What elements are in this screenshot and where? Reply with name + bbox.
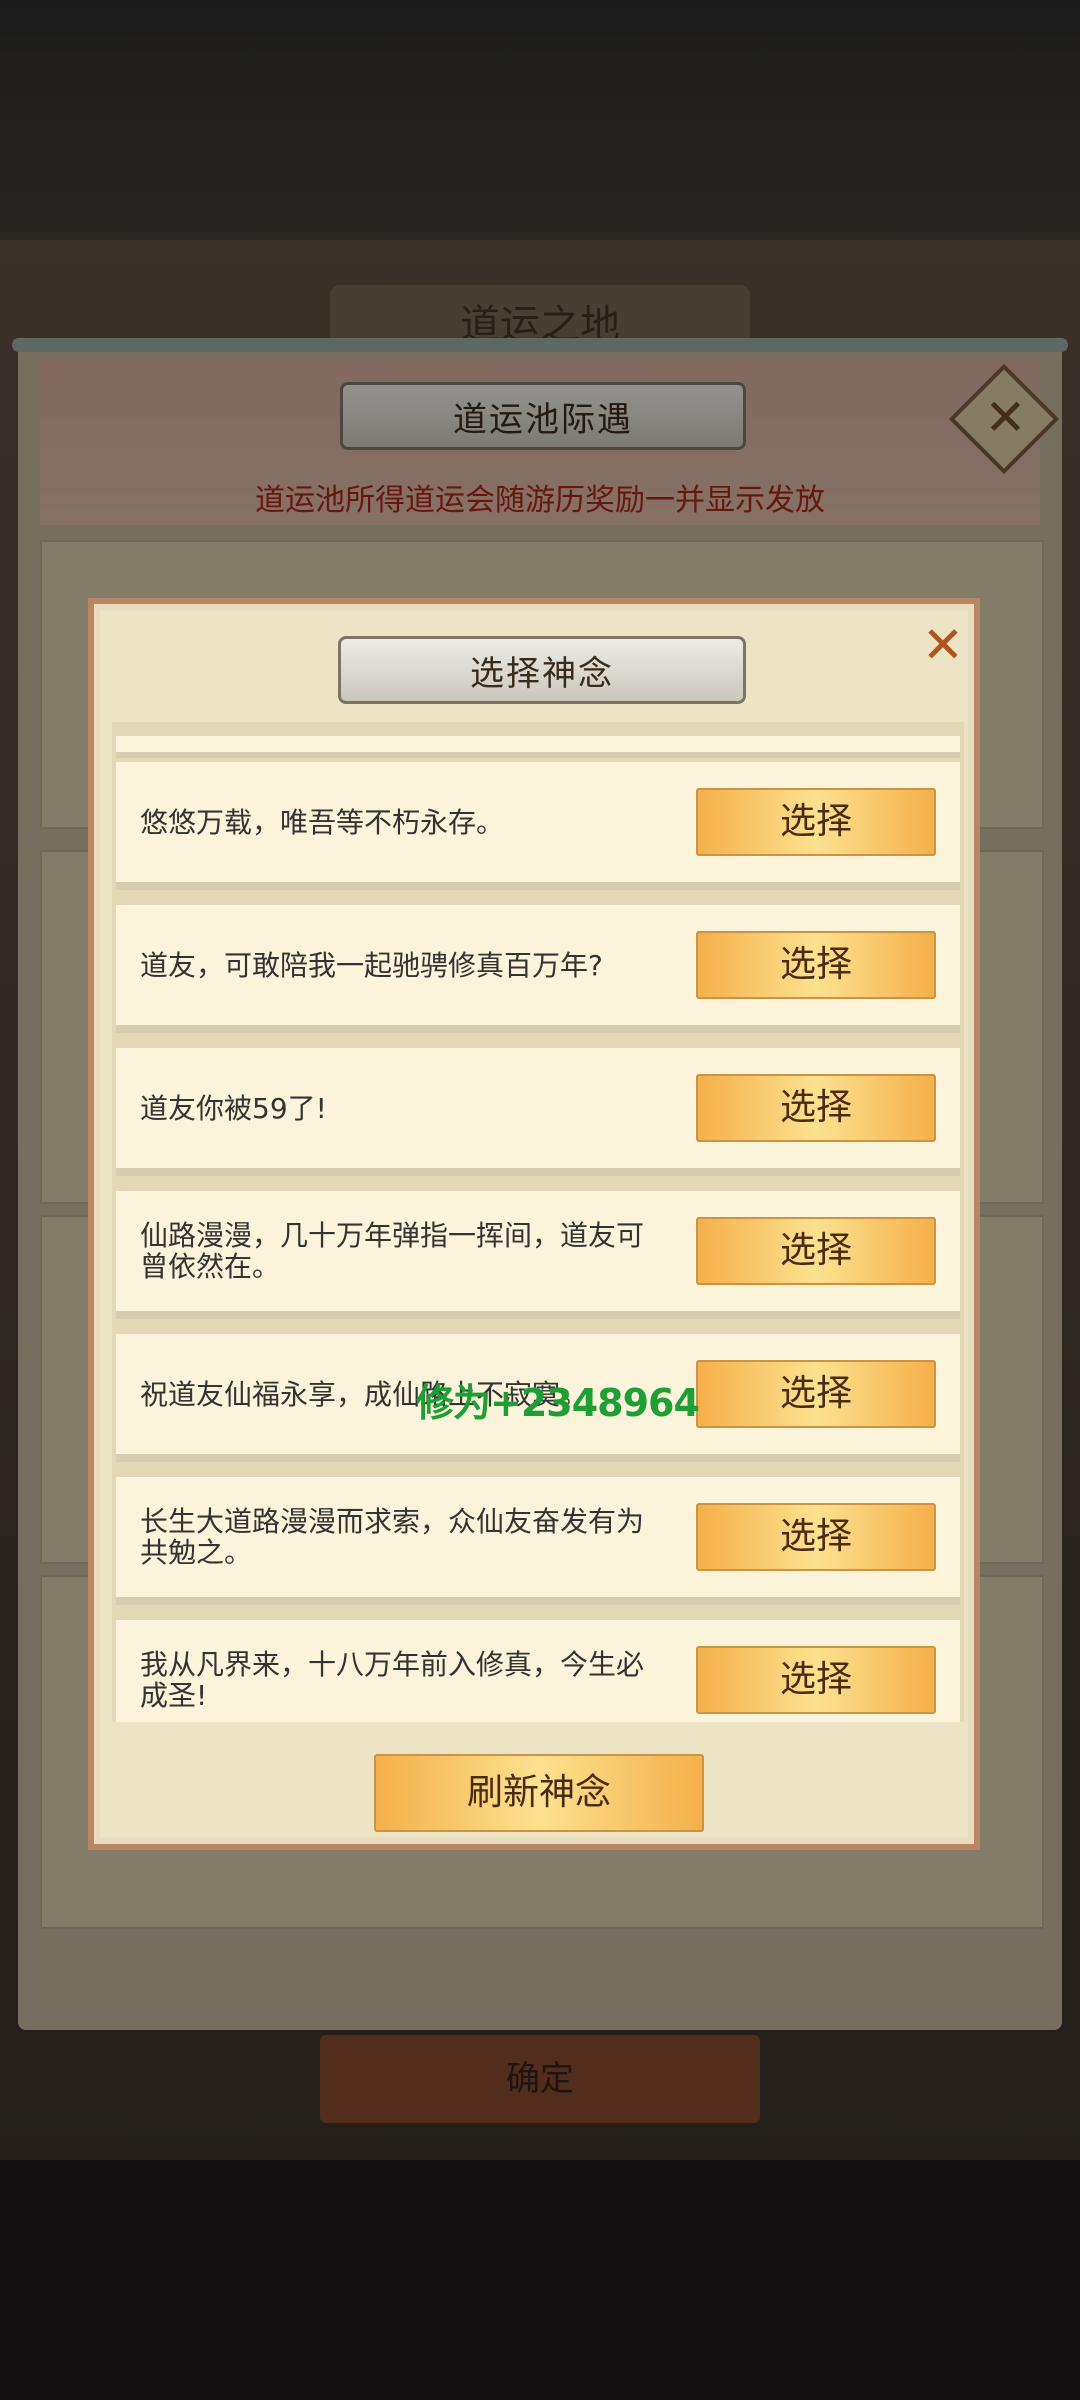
thought-list[interactable]: 悠悠万载，唯吾等不朽永存。 选择 道友，可敢陪我一起驰骋修真百万年? 选择 道友…	[112, 722, 964, 1722]
thought-row: 道友你被59了! 选择	[116, 1048, 960, 1176]
game-screen: 道运之地 道运池际遇 道运池所得道运会随游历奖励一并显示发放 ✕ 确定 选择神念…	[0, 0, 1080, 2400]
thought-text: 悠悠万载，唯吾等不朽永存。	[140, 805, 505, 839]
cultivation-gain-text: 修为+2348964	[416, 1381, 700, 1425]
thought-row: 我从凡界来，十八万年前入修真，今生必成圣! 选择	[116, 1620, 960, 1722]
dialog-title: 选择神念	[470, 653, 614, 694]
select-button[interactable]: 选择	[696, 1360, 936, 1428]
thought-text: 我从凡界来，十八万年前入修真，今生必成圣!	[140, 1648, 645, 1712]
thought-row: 道友，可敢陪我一起驰骋修真百万年? 选择	[116, 905, 960, 1033]
thought-text: 仙路漫漫，几十万年弹指一挥间，道友可曾依然在。	[140, 1219, 645, 1283]
refresh-button[interactable]: 刷新神念	[374, 1754, 704, 1832]
select-button[interactable]: 选择	[696, 931, 936, 999]
top-dark-area	[0, 0, 1080, 240]
thought-row: 长生大道路漫漫而求索，众仙友奋发有为共勉之。 选择	[116, 1477, 960, 1605]
thought-text: 道友你被59了!	[140, 1091, 327, 1125]
select-button[interactable]: 选择	[696, 1217, 936, 1285]
select-button[interactable]: 选择	[696, 1503, 936, 1571]
close-icon: ✕	[922, 616, 964, 674]
select-button[interactable]: 选择	[696, 788, 936, 856]
thought-row: 仙路漫漫，几十万年弹指一挥间，道友可曾依然在。 选择	[116, 1191, 960, 1319]
thought-text: 长生大道路漫漫而求索，众仙友奋发有为共勉之。	[140, 1505, 645, 1569]
thought-row: 悠悠万载，唯吾等不朽永存。 选择	[116, 762, 960, 890]
list-item-partial	[116, 736, 960, 758]
select-button[interactable]: 选择	[696, 1074, 936, 1142]
select-button[interactable]: 选择	[696, 1646, 936, 1714]
bottom-dark-area	[0, 2160, 1080, 2400]
dialog-title-banner: 选择神念	[338, 636, 746, 704]
thought-text: 道友，可敢陪我一起驰骋修真百万年?	[140, 948, 603, 982]
dialog-close-button[interactable]: ✕	[918, 620, 968, 670]
